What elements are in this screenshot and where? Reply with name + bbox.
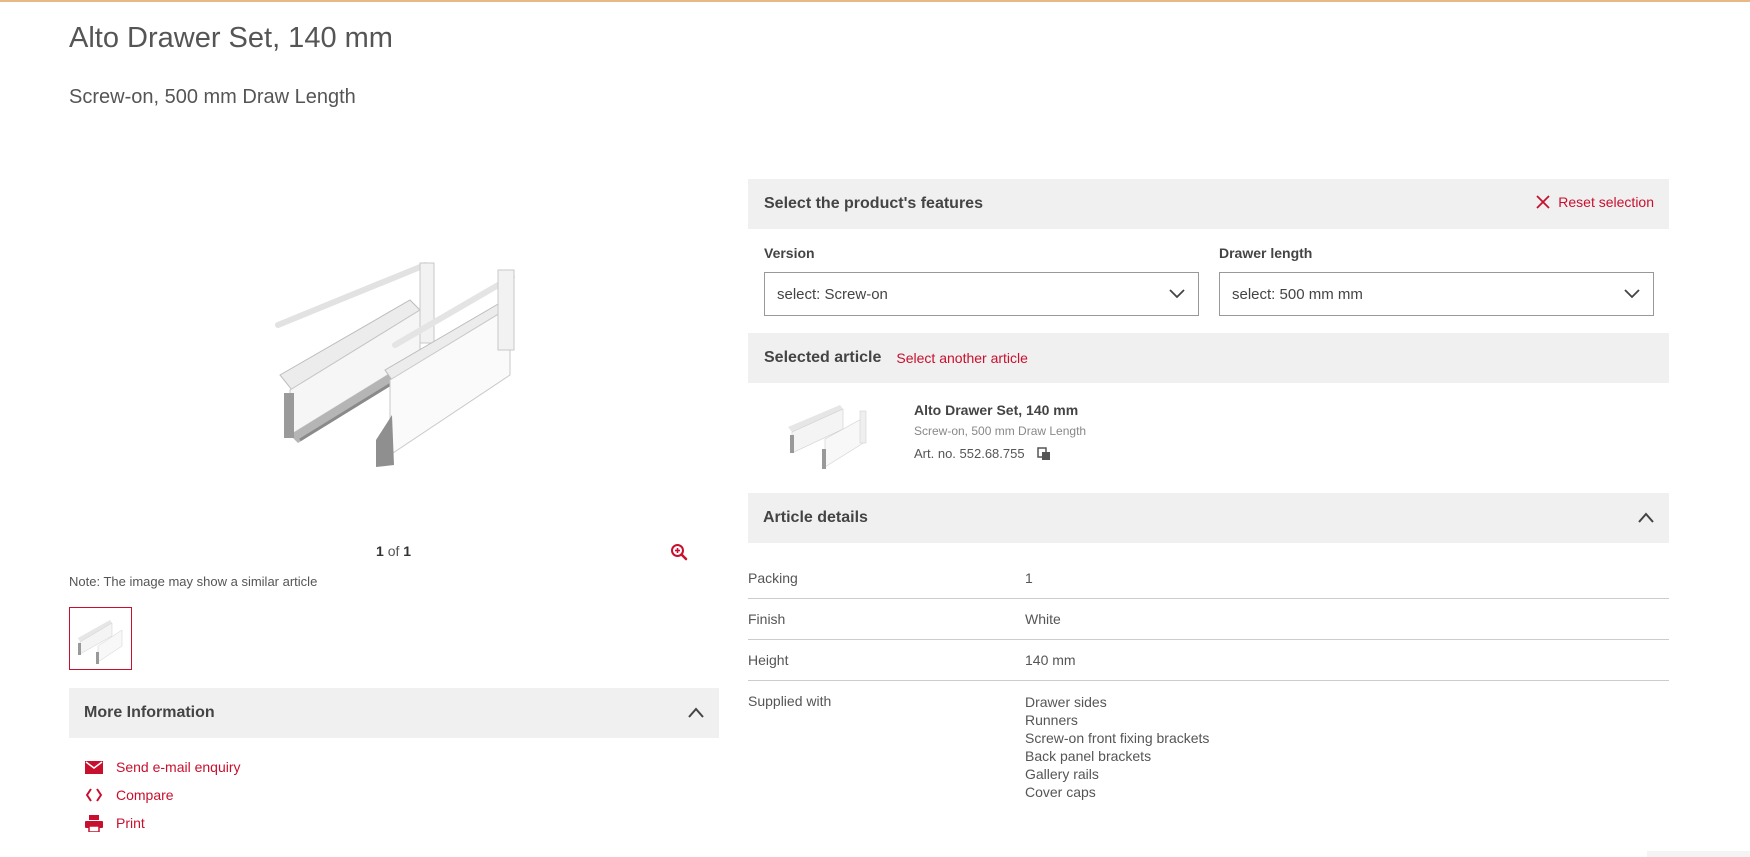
copy-icon[interactable] xyxy=(1036,446,1051,461)
compare-link[interactable]: Compare xyxy=(84,781,241,809)
corner-widget xyxy=(1647,851,1750,857)
details-key: Supplied with xyxy=(748,693,832,709)
details-value: White xyxy=(1025,611,1061,627)
supplied-item: Gallery rails xyxy=(1025,766,1099,782)
details-row: Packing 1 xyxy=(748,558,1669,599)
supplied-item: Cover caps xyxy=(1025,784,1096,800)
features-header: Select the product's features Reset sele… xyxy=(748,179,1669,229)
print-label: Print xyxy=(116,815,145,831)
version-select-value: select: Screw-on xyxy=(777,285,888,303)
article-details-table: Packing 1 Finish White Height 140 mm Sup… xyxy=(748,558,1669,801)
printer-icon xyxy=(84,814,104,832)
pager-current: 1 xyxy=(376,543,384,559)
article-details-header[interactable]: Article details xyxy=(748,493,1669,543)
email-enquiry-label: Send e-mail enquiry xyxy=(116,759,241,775)
close-icon xyxy=(1536,195,1550,209)
features-title: Select the product's features xyxy=(764,195,983,212)
select-another-article-link[interactable]: Select another article xyxy=(896,350,1028,366)
article-name: Alto Drawer Set, 140 mm xyxy=(914,402,1079,418)
page-subtitle: Screw-on, 500 mm Draw Length xyxy=(69,86,356,108)
more-information-header[interactable]: More Information xyxy=(69,688,719,738)
gallery-thumbnail[interactable] xyxy=(69,607,132,670)
chevron-up-icon[interactable] xyxy=(687,704,705,722)
article-number: Art. no. 552.68.755 xyxy=(914,446,1051,461)
chevron-down-icon xyxy=(1169,289,1185,299)
drawer-length-select[interactable]: select: 500 mm mm xyxy=(1219,272,1654,316)
details-key: Finish xyxy=(748,611,786,627)
details-key: Height xyxy=(748,652,789,668)
selected-article-header: Selected article Select another article xyxy=(748,333,1669,383)
more-information-title: More Information xyxy=(84,704,215,721)
image-pager: 1 of 1 xyxy=(376,543,411,559)
image-note: Note: The image may show a similar artic… xyxy=(69,574,318,589)
supplied-item: Runners xyxy=(1025,712,1078,728)
compare-label: Compare xyxy=(116,787,174,803)
selected-article-title: Selected article xyxy=(764,349,882,366)
supplied-item: Drawer sides xyxy=(1025,694,1107,710)
pager-of: of xyxy=(387,543,400,559)
product-image[interactable] xyxy=(270,255,530,480)
article-subtitle: Screw-on, 500 mm Draw Length xyxy=(914,424,1087,438)
print-link[interactable]: Print xyxy=(84,809,241,837)
article-number-text: Art. no. 552.68.755 xyxy=(914,446,1025,461)
page-title: Alto Drawer Set, 140 mm xyxy=(69,22,393,54)
compare-icon xyxy=(84,786,104,804)
drawer-length-select-value: select: 500 mm mm xyxy=(1232,285,1363,303)
details-value: 1 xyxy=(1025,570,1033,586)
details-row: Supplied with Drawer sides Runners Screw… xyxy=(748,681,1669,801)
chevron-down-icon xyxy=(1624,289,1640,299)
version-label: Version xyxy=(764,245,815,261)
details-value: 140 mm xyxy=(1025,652,1076,668)
reset-selection-button[interactable]: Reset selection xyxy=(1536,194,1654,210)
reset-selection-label: Reset selection xyxy=(1558,194,1654,210)
pager-total: 1 xyxy=(403,543,412,559)
details-row: Height 140 mm xyxy=(748,640,1669,681)
supplied-with-list: Drawer sides Runners Screw-on front fixi… xyxy=(1025,681,1209,801)
zoom-icon[interactable] xyxy=(670,543,688,561)
supplied-item: Screw-on front fixing brackets xyxy=(1025,730,1210,746)
email-enquiry-link[interactable]: Send e-mail enquiry xyxy=(84,753,241,781)
article-details-title: Article details xyxy=(763,509,868,526)
drawer-length-label: Drawer length xyxy=(1219,245,1313,261)
version-select[interactable]: select: Screw-on xyxy=(764,272,1199,316)
top-border xyxy=(0,0,1750,2)
supplied-item: Back panel brackets xyxy=(1025,748,1152,764)
details-key: Packing xyxy=(748,570,798,586)
more-information-links: Send e-mail enquiry Compare Print xyxy=(84,753,241,837)
article-thumbnail[interactable] xyxy=(780,397,880,475)
details-row: Finish White xyxy=(748,599,1669,640)
envelope-icon xyxy=(84,758,104,776)
chevron-up-icon[interactable] xyxy=(1637,509,1655,527)
